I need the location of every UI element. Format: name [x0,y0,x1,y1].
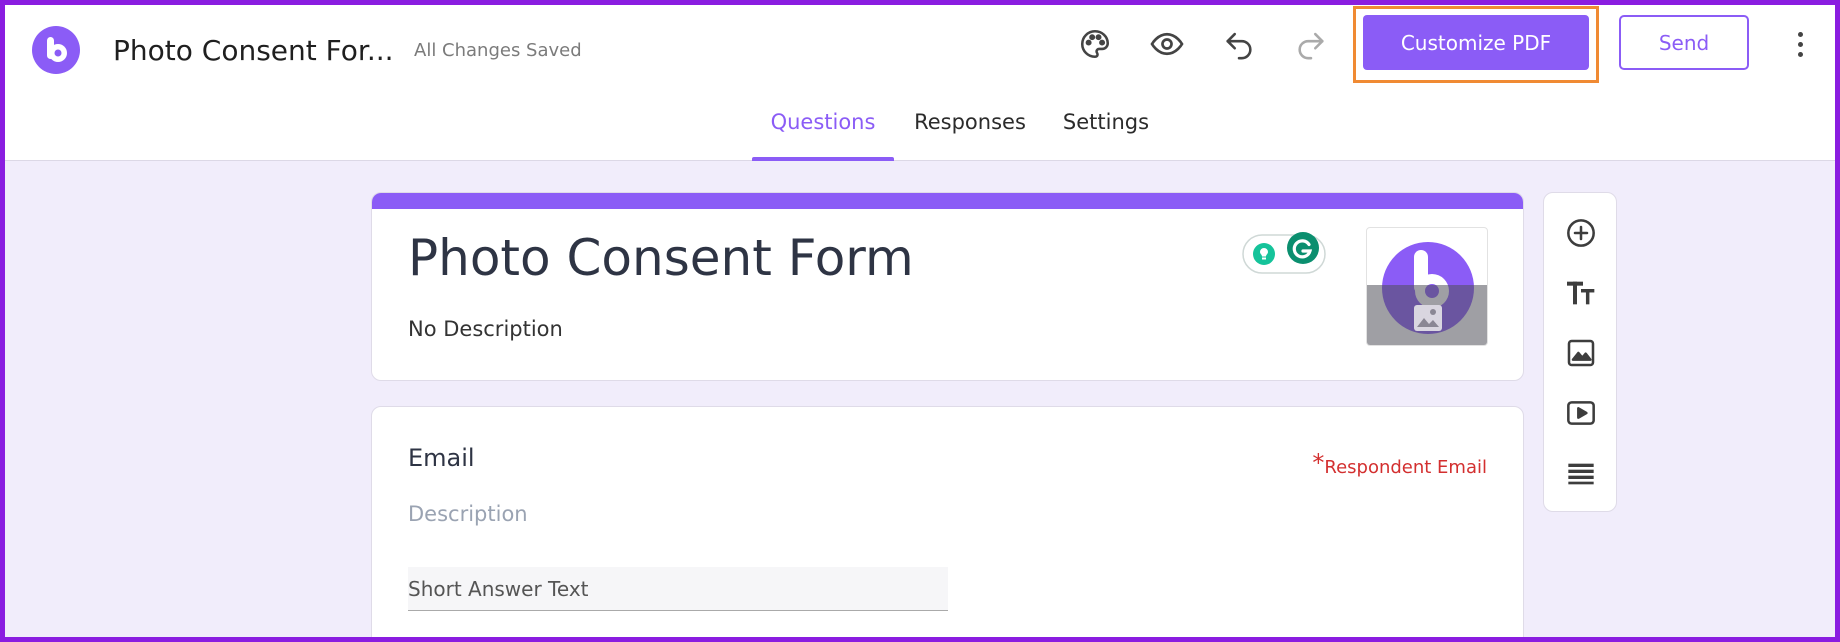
palette-icon[interactable] [1073,22,1117,66]
required-star: * [1312,449,1325,477]
grammarly-widget[interactable] [1242,229,1327,275]
tab-questions[interactable]: Questions [752,110,894,161]
question-title[interactable]: Email [408,444,475,472]
video-icon[interactable] [1561,393,1601,433]
more-options-icon[interactable] [1784,22,1816,66]
change-image-icon[interactable] [1413,304,1443,332]
card-accent-bar [372,193,1523,209]
side-toolbar [1543,192,1617,512]
respondent-email-text: Respondent Email [1324,457,1487,478]
form-description[interactable]: No Description [408,317,563,341]
eye-icon[interactable] [1145,22,1189,66]
form-cover-image[interactable] [1366,227,1488,346]
section-icon[interactable] [1561,453,1601,493]
save-status: All Changes Saved [414,40,582,61]
form-tabs: Questions Responses Settings [0,110,1840,161]
question-card[interactable]: Email *Respondent Email Description Shor… [371,406,1524,642]
short-answer-field: Short Answer Text [408,567,948,611]
logo-b-icon [47,37,67,62]
tab-settings[interactable]: Settings [1058,110,1154,161]
form-title[interactable]: Photo Consent Form [408,229,914,287]
document-title[interactable]: Photo Consent For... [113,34,394,67]
redo-icon[interactable] [1289,22,1333,66]
undo-icon[interactable] [1217,22,1261,66]
add-question-icon[interactable] [1561,213,1601,253]
customize-pdf-button[interactable]: Customize PDF [1363,15,1589,70]
question-description[interactable]: Description [408,502,528,526]
app-logo[interactable] [32,26,80,74]
tab-responses[interactable]: Responses [908,110,1032,161]
respondent-email-label: *Respondent Email [1312,449,1487,479]
form-header-card: Photo Consent Form No Description [371,192,1524,381]
image-icon[interactable] [1561,333,1601,373]
app-header: Photo Consent For... All Changes Saved C… [0,0,1840,161]
send-button[interactable]: Send [1619,15,1749,70]
title-text-icon[interactable] [1561,273,1601,313]
